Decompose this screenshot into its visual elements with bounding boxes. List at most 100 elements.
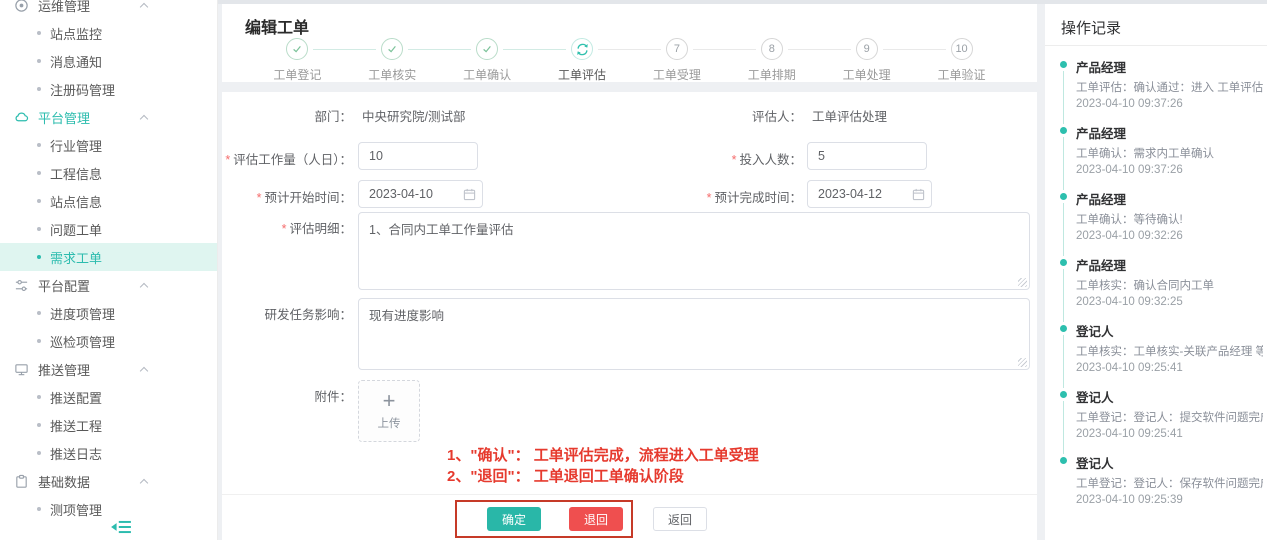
collapse-sidebar-icon[interactable] <box>110 519 132 535</box>
log-entry-desc: 工单登记：登记人：提交软件问题完成) <box>1076 409 1263 425</box>
sidebar-item-demand-order[interactable]: 需求工单 <box>0 243 217 271</box>
step-number: 9 <box>864 43 870 55</box>
step-circle <box>571 38 593 60</box>
log-entry-time: 2023-04-10 09:25:41 <box>1076 362 1263 374</box>
impact-textarea[interactable]: 现有进度影响 <box>358 298 1030 370</box>
sidebar-item-label: 站点监控 <box>50 24 102 43</box>
log-entry-desc: 工单核实：确认合同内工单 <box>1076 277 1263 293</box>
sidebar-item-label: 推送配置 <box>50 388 102 407</box>
log-entry-name: 登记人 <box>1076 387 1263 406</box>
log-entry-desc: 工单评估：确认通过：进入 工单评估! <box>1076 79 1263 95</box>
config-icon <box>14 278 29 293</box>
chevron-up-icon <box>140 3 148 11</box>
step-label: 工单核实 <box>368 66 416 83</box>
resize-grip-icon[interactable] <box>1018 358 1027 367</box>
annotation-line-2: 2、"退回"： 工单退回工单确认阶段 <box>447 465 684 486</box>
sidebar-item-label: 需求工单 <box>50 248 102 267</box>
sidebar-item-regcode-mgmt[interactable]: 注册码管理 <box>0 75 217 103</box>
step-label: 工单确认 <box>463 66 511 83</box>
end-date-picker[interactable] <box>807 180 932 208</box>
workload-input[interactable] <box>358 142 478 170</box>
evaluator-value: 工单评估处理 <box>812 106 887 125</box>
sidebar-item-project-info[interactable]: 工程信息 <box>0 159 217 187</box>
log-entry: 登记人 工单登记：登记人：提交软件问题完成) 2023-04-10 09:25:… <box>1060 387 1263 453</box>
back-button[interactable]: 返回 <box>653 507 707 531</box>
sidebar-item-progress-mgmt[interactable]: 进度项管理 <box>0 299 217 327</box>
log-entry: 产品经理 工单评估：确认通过：进入 工单评估! 2023-04-10 09:37… <box>1060 57 1263 123</box>
check-icon <box>291 43 303 55</box>
step-number: 7 <box>674 43 680 55</box>
bullet-icon <box>37 171 41 175</box>
detail-textarea[interactable]: 1、合同内工单工作量评估 <box>358 212 1030 290</box>
bullet-icon <box>37 311 41 315</box>
sidebar-section-label: 平台配置 <box>38 276 90 295</box>
start-date-picker[interactable] <box>358 180 483 208</box>
chevron-up-icon <box>140 283 148 291</box>
sidebar-section-label: 推送管理 <box>38 360 90 379</box>
sidebar-item-push-log[interactable]: 推送日志 <box>0 439 217 467</box>
people-label: *投入人数： <box>642 149 802 168</box>
sidebar-section-push[interactable]: 推送管理 <box>0 355 217 383</box>
sidebar-section-label: 平台管理 <box>38 108 90 127</box>
steps-bar: 工单登记 工单核实 工单确认 工单评估 <box>250 38 1009 83</box>
sidebar-item-push-config[interactable]: 推送配置 <box>0 383 217 411</box>
bullet-icon <box>37 87 41 91</box>
calendar-icon <box>463 188 476 201</box>
step-circle: 8 <box>761 38 783 60</box>
sidebar-item-push-project[interactable]: 推送工程 <box>0 411 217 439</box>
step-label: 工单排期 <box>748 66 796 83</box>
log-timeline: 产品经理 工单评估：确认通过：进入 工单评估! 2023-04-10 09:37… <box>1060 57 1263 519</box>
sidebar-item-measure-mgmt[interactable]: 测项管理 <box>0 495 217 523</box>
sidebar-item-site-info[interactable]: 站点信息 <box>0 187 217 215</box>
sidebar-item-label: 注册码管理 <box>50 80 115 99</box>
step-label: 工单登记 <box>273 66 321 83</box>
step-circle: 7 <box>666 38 688 60</box>
required-mark: * <box>257 191 262 205</box>
sidebar-item-label: 进度项管理 <box>50 304 115 323</box>
required-mark: * <box>732 153 737 167</box>
required-mark: * <box>225 153 230 167</box>
step-evaluate-current: 工单评估 <box>535 38 630 83</box>
resize-grip-icon[interactable] <box>1018 278 1027 287</box>
sidebar-item-label: 推送日志 <box>50 444 102 463</box>
sidebar-item-industry-mgmt[interactable]: 行业管理 <box>0 131 217 159</box>
page-title: 编辑工单 <box>245 14 309 38</box>
required-mark: * <box>707 191 712 205</box>
sidebar-item-inspection-mgmt[interactable]: 巡检项管理 <box>0 327 217 355</box>
upload-button[interactable]: + 上传 <box>358 380 420 442</box>
department-value: 中央研究院/测试部 <box>362 106 465 125</box>
log-entry-time: 2023-04-10 09:37:26 <box>1076 98 1263 110</box>
log-entry: 产品经理 工单确认：等待确认! 2023-04-10 09:32:26 <box>1060 189 1263 255</box>
attachment-label: 附件： <box>222 386 352 405</box>
step-circle: 9 <box>856 38 878 60</box>
sync-icon <box>575 42 590 57</box>
footer-divider <box>222 494 1037 495</box>
bullet-icon <box>37 227 41 231</box>
sidebar-item-label: 巡检项管理 <box>50 332 115 351</box>
confirm-button[interactable]: 确定 <box>487 507 541 531</box>
step-process: 9 工单处理 <box>819 38 914 83</box>
sidebar-section-base-data[interactable]: 基础数据 <box>0 467 217 495</box>
bullet-icon <box>37 255 41 259</box>
log-entry-name: 产品经理 <box>1076 255 1263 274</box>
log-entry-name: 产品经理 <box>1076 189 1263 208</box>
step-register: 工单登记 <box>250 38 345 83</box>
sidebar-section-platform-config[interactable]: 平台配置 <box>0 271 217 299</box>
sidebar-item-problem-order[interactable]: 问题工单 <box>0 215 217 243</box>
upload-label: 上传 <box>378 415 401 431</box>
chevron-up-icon <box>140 479 148 487</box>
sidebar-item-site-monitor[interactable]: 站点监控 <box>0 19 217 47</box>
step-accept: 7 工单受理 <box>630 38 725 83</box>
evaluator-label: 评估人： <box>642 106 802 125</box>
people-input[interactable] <box>807 142 927 170</box>
step-label: 工单处理 <box>843 66 891 83</box>
sidebar-section-platform[interactable]: 平台管理 <box>0 103 217 131</box>
log-entry-time: 2023-04-10 09:37:26 <box>1076 164 1263 176</box>
reject-button[interactable]: 退回 <box>569 507 623 531</box>
step-number: 8 <box>769 43 775 55</box>
sidebar-item-message-notify[interactable]: 消息通知 <box>0 47 217 75</box>
sidebar-section-ops[interactable]: 运维管理 <box>0 0 217 19</box>
bullet-icon <box>37 507 41 511</box>
log-entry: 产品经理 工单确认：需求内工单确认 2023-04-10 09:37:26 <box>1060 123 1263 189</box>
step-validate: 10 工单验证 <box>914 38 1009 83</box>
